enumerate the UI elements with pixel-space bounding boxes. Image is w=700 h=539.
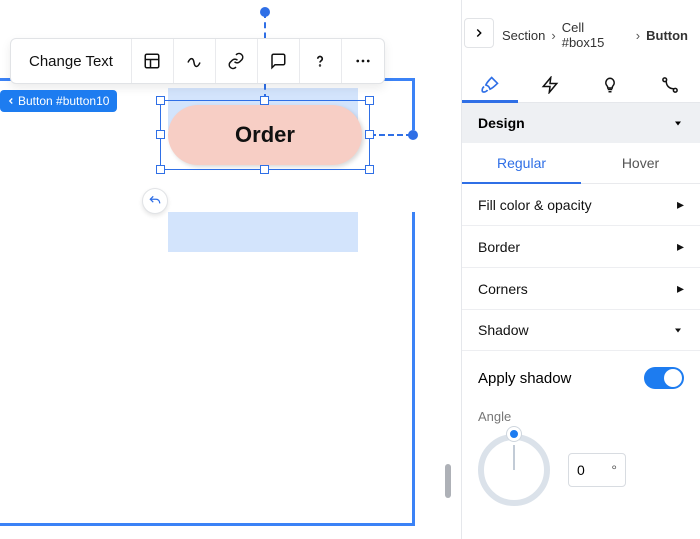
tab-design[interactable] (478, 68, 502, 102)
comment-icon (269, 52, 287, 70)
change-text-button[interactable]: Change Text (11, 39, 132, 83)
tab-hints[interactable] (598, 68, 622, 102)
chevron-left-icon (6, 96, 16, 106)
prop-shadow[interactable]: Shadow (462, 310, 700, 351)
layout-icon (143, 52, 161, 70)
triangle-down-icon (672, 324, 684, 336)
design-section-header[interactable]: Design (462, 103, 700, 143)
breadcrumb-cell[interactable]: Cell #box15 (562, 20, 630, 50)
undo-icon (148, 194, 162, 208)
breadcrumb: Section › Cell #box15 › Button (462, 0, 700, 60)
angle-dial[interactable] (478, 434, 550, 506)
tab-actions[interactable] (538, 68, 562, 102)
resize-handle-bm[interactable] (260, 165, 269, 174)
help-icon-button[interactable] (300, 39, 342, 83)
resize-handle-tm[interactable] (260, 96, 269, 105)
chevron-right-icon: › (636, 28, 640, 43)
angle-section: Angle 0 ° (462, 401, 700, 514)
help-icon (311, 52, 329, 70)
triangle-right-icon: ▸ (677, 238, 684, 255)
triangle-right-icon: ▸ (677, 280, 684, 297)
prop-corners[interactable]: Corners ▸ (462, 268, 700, 310)
subtab-regular-label: Regular (497, 155, 546, 171)
more-icon-button[interactable] (342, 39, 384, 83)
tab-interactions[interactable] (658, 68, 682, 102)
subtab-hover-label: Hover (622, 155, 659, 171)
brush-icon (480, 75, 500, 95)
subtab-regular[interactable]: Regular (462, 143, 581, 183)
animation-icon (185, 52, 203, 70)
chevron-right-icon: › (551, 28, 555, 43)
layout-icon-button[interactable] (132, 39, 174, 83)
resize-handle-br[interactable] (365, 165, 374, 174)
prop-fill-label: Fill color & opacity (478, 197, 592, 213)
apply-shadow-row: Apply shadow (462, 351, 700, 401)
floating-toolbar: Change Text (10, 38, 385, 84)
connections-icon (661, 76, 679, 94)
link-icon (227, 52, 245, 70)
resize-handle-tl[interactable] (156, 96, 165, 105)
inspector-tabs (462, 60, 700, 103)
element-tag-badge[interactable]: Button #button10 (0, 90, 117, 112)
prop-corners-label: Corners (478, 281, 528, 297)
guide-horizontal-right (370, 134, 412, 136)
angle-value: 0 (577, 462, 585, 478)
selection-bounds[interactable] (160, 100, 370, 170)
apply-shadow-toggle[interactable] (644, 367, 684, 389)
comment-icon-button[interactable] (258, 39, 300, 83)
element-tag-label: Button #button10 (18, 94, 109, 108)
prop-border-label: Border (478, 239, 520, 255)
panel-drag-handle[interactable] (445, 464, 451, 498)
triangle-down-icon (672, 117, 684, 129)
toggle-knob (664, 369, 682, 387)
canvas-stage[interactable]: Order Change Text (0, 0, 460, 539)
more-icon (354, 52, 372, 70)
inspector-panel: Section › Cell #box15 › Button Design Re… (461, 0, 700, 539)
angle-needle (513, 445, 515, 470)
resize-handle-bl[interactable] (156, 165, 165, 174)
collapse-panel-button[interactable] (464, 18, 494, 48)
subtab-hover[interactable]: Hover (581, 143, 700, 183)
state-subtabs: Regular Hover (462, 143, 700, 184)
resize-handle-tr[interactable] (365, 96, 374, 105)
lightbulb-icon (601, 76, 619, 94)
lightning-icon (541, 76, 559, 94)
angle-input[interactable]: 0 ° (568, 453, 626, 487)
change-text-label: Change Text (29, 53, 113, 70)
resize-handle-mr[interactable] (365, 130, 374, 139)
design-section-title: Design (478, 115, 525, 131)
angle-dial-knob[interactable] (507, 427, 521, 441)
anchor-right[interactable] (408, 130, 418, 140)
apply-shadow-label: Apply shadow (478, 370, 571, 387)
undo-button[interactable] (142, 188, 168, 214)
panel-divider[interactable] (453, 0, 461, 539)
breadcrumb-current: Button (646, 28, 688, 43)
animation-icon-button[interactable] (174, 39, 216, 83)
chevron-right-icon (472, 26, 486, 40)
prop-border[interactable]: Border ▸ (462, 226, 700, 268)
breadcrumb-section[interactable]: Section (502, 28, 545, 43)
prop-shadow-label: Shadow (478, 322, 529, 338)
anchor-top[interactable] (260, 7, 270, 17)
angle-label: Angle (478, 409, 684, 424)
triangle-right-icon: ▸ (677, 196, 684, 213)
angle-unit: ° (611, 462, 617, 478)
link-icon-button[interactable] (216, 39, 258, 83)
resize-handle-ml[interactable] (156, 130, 165, 139)
prop-fill[interactable]: Fill color & opacity ▸ (462, 184, 700, 226)
